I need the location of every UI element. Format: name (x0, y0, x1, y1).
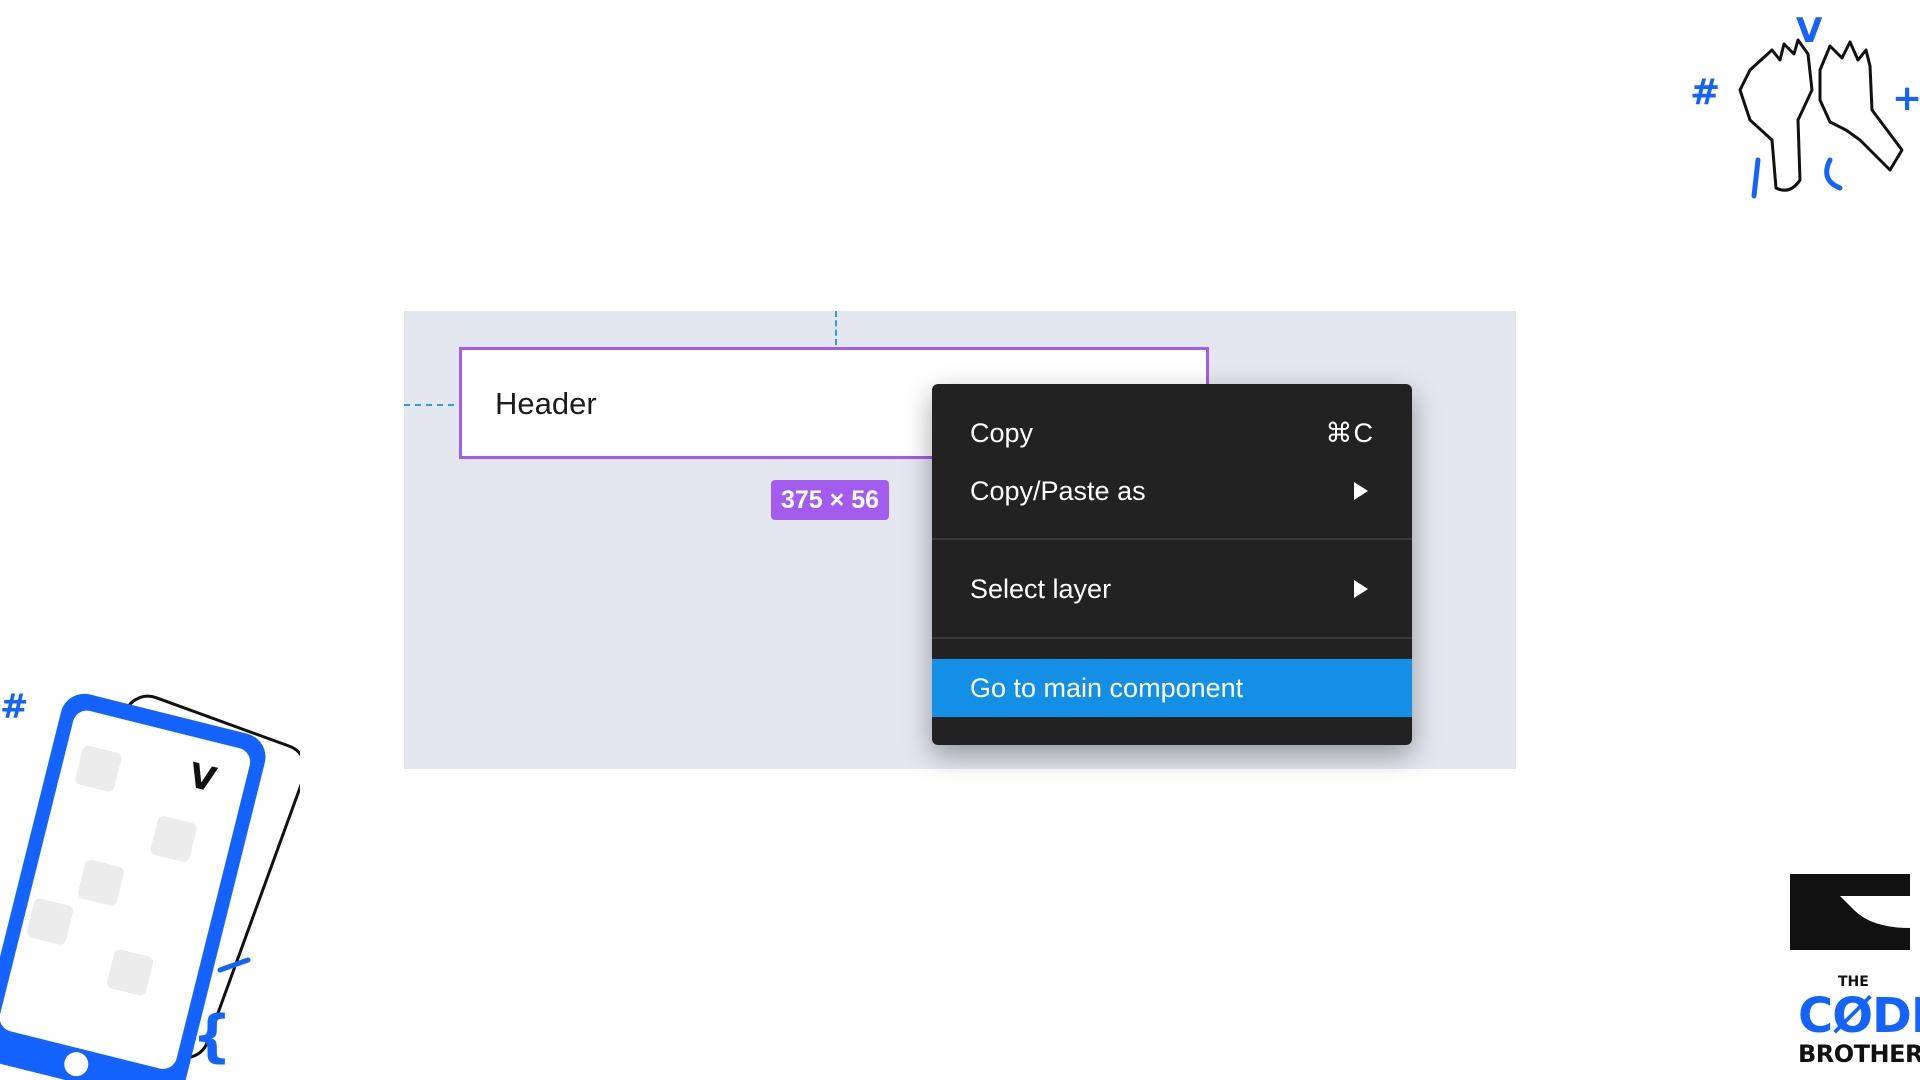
menu-item-copy-paste-as[interactable]: Copy/Paste as (932, 462, 1412, 520)
menu-divider (932, 637, 1412, 639)
chevron-right-icon (1354, 580, 1368, 598)
svg-text:+: + (1892, 78, 1920, 119)
brand-big-text: CØDE (1798, 988, 1920, 1044)
svg-text:{: { (192, 1004, 232, 1069)
design-canvas[interactable]: Header 375 × 56 Copy ⌘C Copy/Paste as Se… (404, 311, 1516, 769)
brand-logo-mark (1790, 874, 1910, 950)
brand-sub-text: BROTHERS (1798, 1040, 1920, 1068)
header-frame-label: Header (495, 386, 597, 421)
menu-item-go-to-main-component-label: Go to main component (970, 672, 1244, 703)
context-menu: Copy ⌘C Copy/Paste as Select layer Go to… (932, 384, 1412, 745)
chevron-right-icon (1354, 482, 1368, 500)
menu-divider (932, 538, 1412, 540)
phone-illustration: V # { (0, 687, 300, 1080)
horizontal-spacing-guide (404, 404, 454, 406)
menu-item-copy-label: Copy (970, 417, 1034, 448)
svg-text:V: V (1796, 11, 1823, 51)
svg-text:#: # (0, 687, 29, 727)
copy-shortcut: ⌘C (1325, 417, 1374, 448)
high-five-illustration: V # + (1690, 11, 1920, 199)
menu-item-copy[interactable]: Copy ⌘C (932, 404, 1412, 462)
menu-item-go-to-main-component[interactable]: Go to main component (932, 659, 1412, 717)
vertical-spacing-guide (835, 311, 837, 345)
svg-text:#: # (1690, 72, 1720, 113)
menu-item-select-layer[interactable]: Select layer (932, 560, 1412, 618)
dimension-badge: 375 × 56 (771, 480, 890, 520)
menu-item-copy-paste-as-label: Copy/Paste as (970, 475, 1146, 506)
menu-item-select-layer-label: Select layer (970, 573, 1112, 604)
